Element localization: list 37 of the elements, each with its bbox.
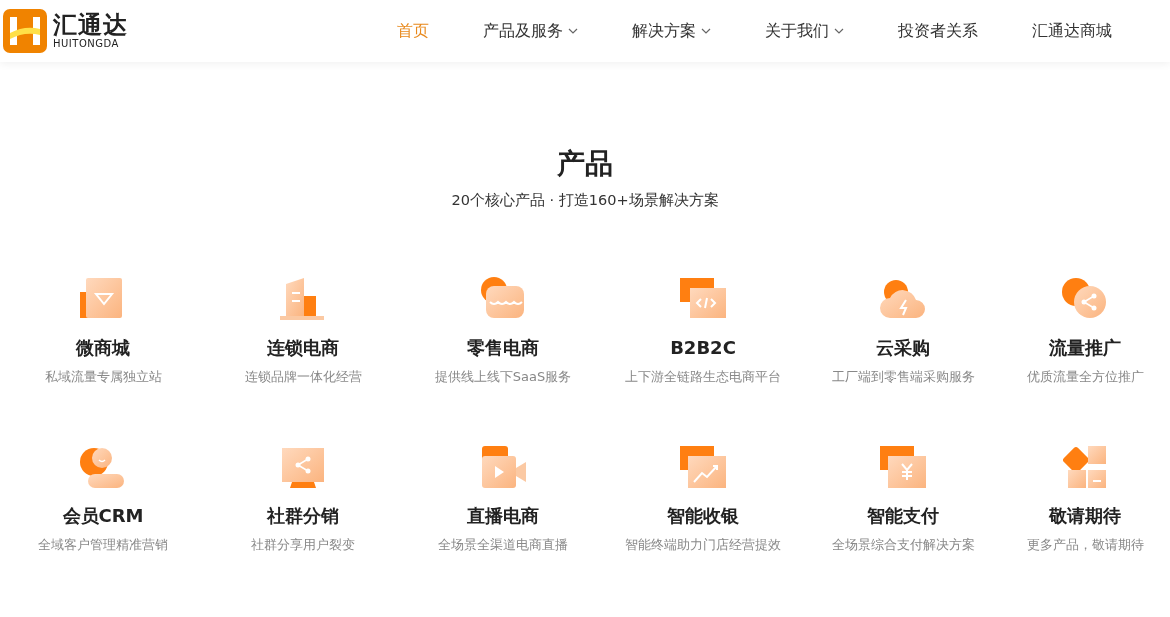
product-description: 工厂端到零售端采购服务	[831, 368, 975, 386]
product-description: 全域客户管理精准营销	[38, 536, 168, 554]
product-description: 社群分享用户裂变	[251, 536, 355, 554]
product-name[interactable]: 会员CRM	[62, 504, 144, 528]
logo-name: 汇通达	[53, 12, 128, 38]
logo-icon	[3, 9, 47, 53]
nav-link[interactable]: 解决方案	[605, 20, 738, 42]
product-name[interactable]: 直播电商	[467, 504, 539, 528]
product-name[interactable]: 智能收银	[667, 504, 739, 528]
product-name[interactable]: 智能支付	[867, 504, 939, 528]
product-name[interactable]: 连锁电商	[267, 336, 339, 360]
nav-link[interactable]: 关于我们	[738, 20, 871, 42]
product-name[interactable]: B2B2C	[670, 336, 736, 360]
nav-link[interactable]: 汇通达商城	[1005, 20, 1139, 42]
product-description: 连锁品牌一体化经营	[244, 368, 362, 386]
product-description: 全场景全渠道电商直播	[438, 536, 568, 554]
product-description: 智能终端助力门店经营提效	[625, 536, 781, 554]
product-description: 上下游全链路生态电商平台	[625, 368, 781, 386]
nav-link[interactable]: 产品及服务	[456, 20, 605, 42]
product-description: 私域流量专属独立站	[44, 368, 162, 386]
product-description: 更多产品，敬请期待	[1026, 536, 1144, 554]
section-title: 产品	[557, 146, 613, 182]
chevron-down-icon	[834, 28, 844, 34]
product-name[interactable]: 微商城	[76, 336, 130, 360]
product-name[interactable]: 零售电商	[467, 336, 539, 360]
chevron-down-icon	[701, 28, 711, 34]
nav-link[interactable]: 投资者关系	[871, 20, 1005, 42]
product-name[interactable]: 敬请期待	[1049, 504, 1121, 528]
product-description: 全场景综合支付解决方案	[831, 536, 975, 554]
product-description: 提供线上线下SaaS服务	[434, 368, 572, 386]
product-name[interactable]: 社群分销	[267, 504, 339, 528]
product-name[interactable]: 流量推广	[1049, 336, 1121, 360]
logo-latin-name: HUITONGDA	[53, 38, 120, 50]
product-description: 优质流量全方位推广	[1026, 368, 1144, 386]
section-subtitle: 20个核心产品 · 打造160+场景解决方案	[451, 191, 719, 210]
chevron-down-icon	[568, 28, 578, 34]
product-name[interactable]: 云采购	[876, 336, 930, 360]
